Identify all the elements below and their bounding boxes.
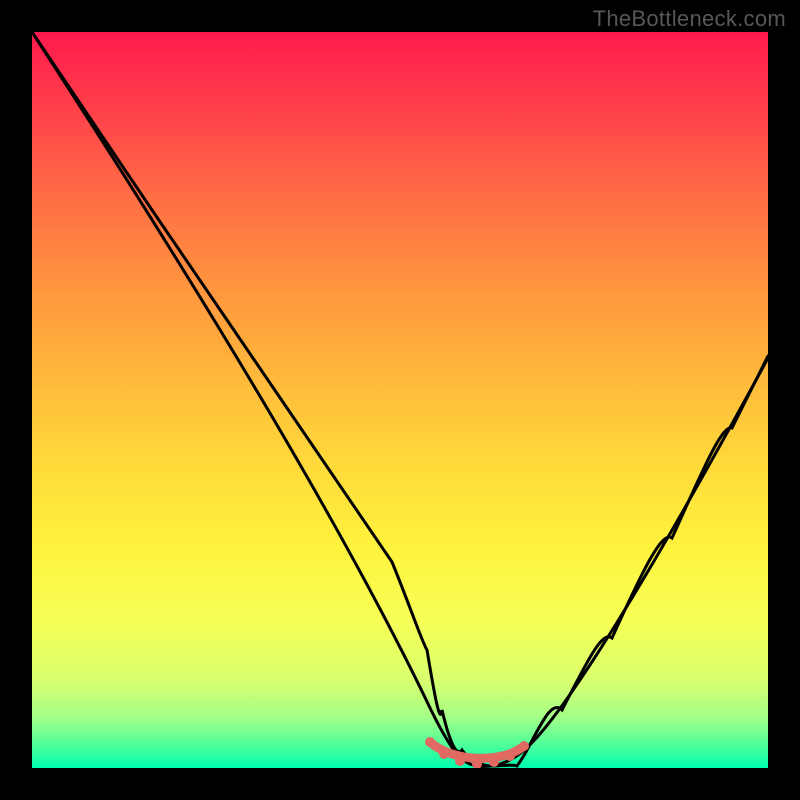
chart-frame: TheBottleneck.com: [0, 0, 800, 800]
bottom-highlight-dots: [425, 737, 529, 768]
curve-main-smooth: [32, 32, 768, 766]
plot-area: [32, 32, 768, 768]
watermark-text: TheBottleneck.com: [593, 6, 786, 32]
bottleneck-curve: [32, 32, 768, 768]
curve-main: [32, 32, 768, 766]
